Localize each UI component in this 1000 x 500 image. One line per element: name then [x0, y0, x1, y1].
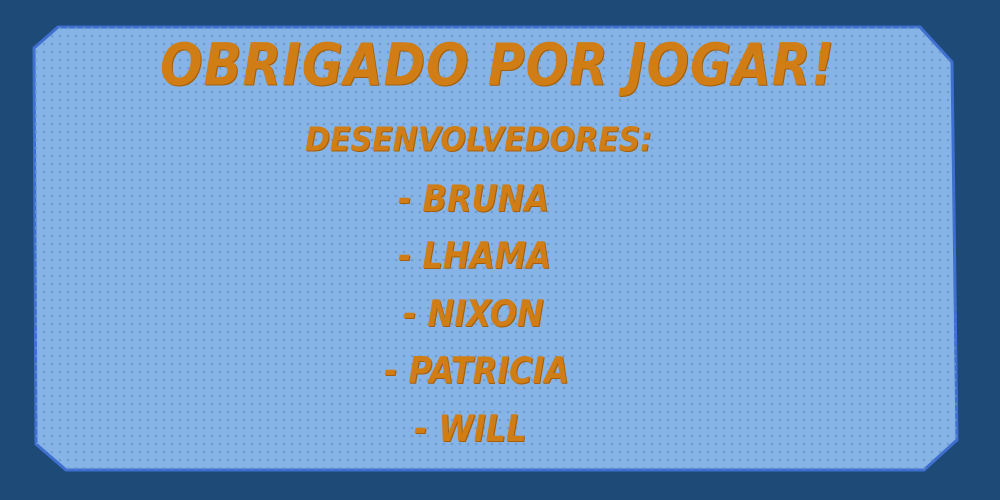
- developer-name: - NIXON: [403, 291, 544, 336]
- credits-text-block: OBRIGADO POR JOGAR! DESENVOLVEDORES: - B…: [0, 0, 1000, 500]
- developer-name: - BRUNA: [398, 176, 549, 221]
- end-credits-screen: OBRIGADO POR JOGAR! DESENVOLVEDORES: - B…: [0, 0, 1000, 500]
- developers-heading: DESENVOLVEDORES:: [305, 120, 653, 160]
- developer-name: - LHAMA: [398, 233, 551, 278]
- developer-name: - PATRICIA: [384, 348, 570, 393]
- developer-name: - WILL: [414, 406, 527, 451]
- thanks-title: OBRIGADO POR JOGAR!: [160, 31, 836, 99]
